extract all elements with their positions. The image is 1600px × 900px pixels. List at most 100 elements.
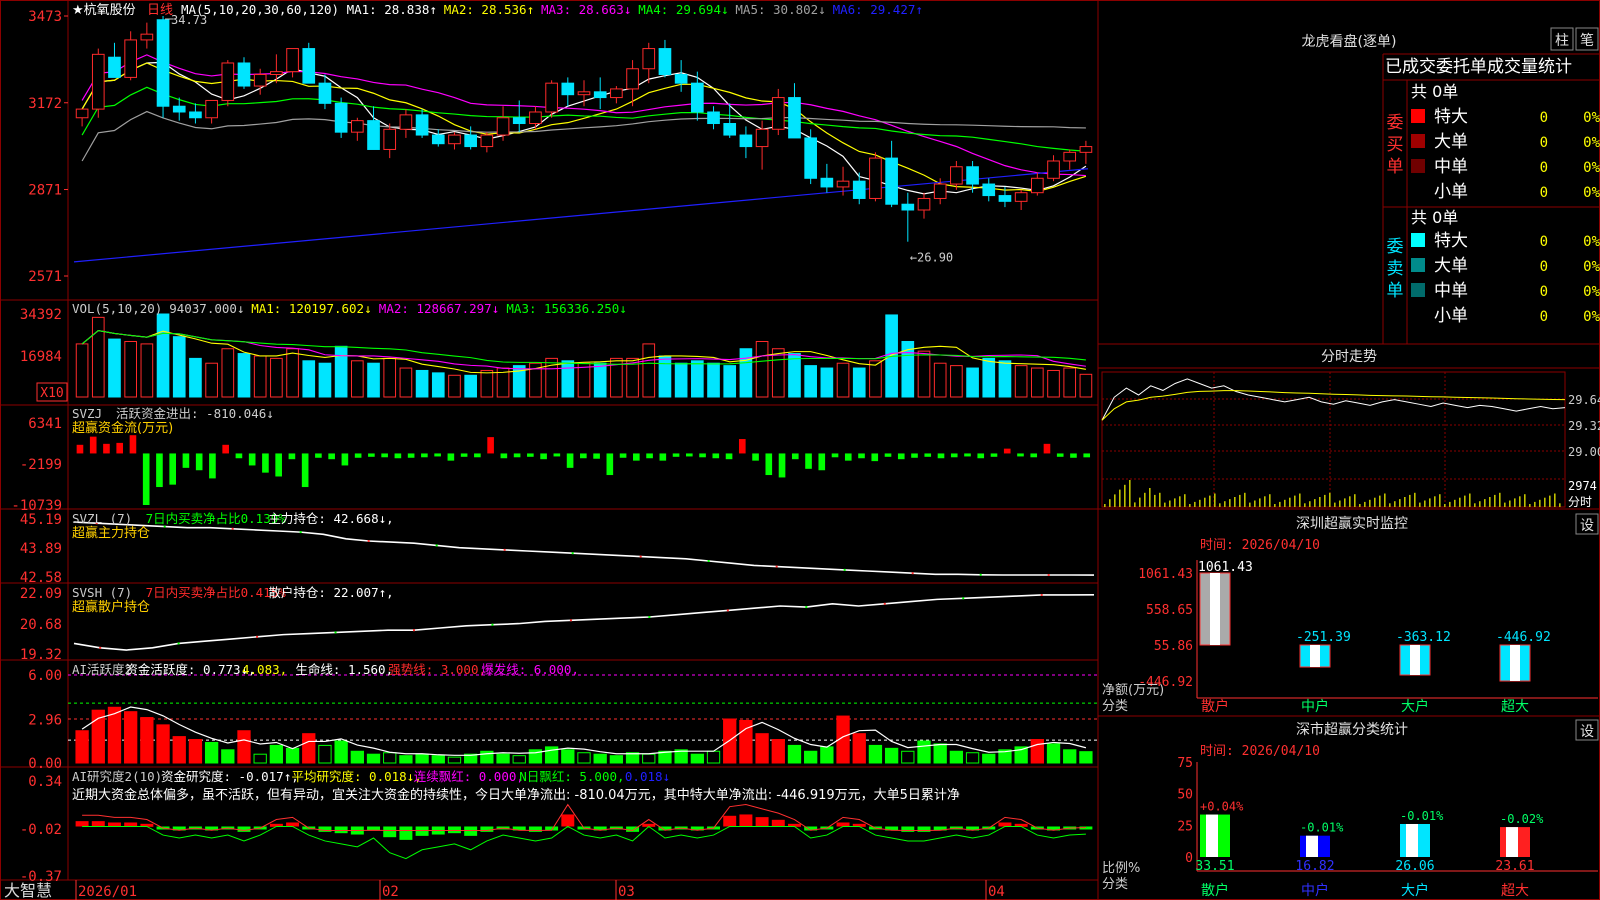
volume-bar [383,357,397,398]
candle-body [901,203,915,211]
intraday-volume-bar [1319,497,1321,507]
activity-legend-item: 爆发线: 6.000, [481,662,579,677]
longhu-header: 已成交委托单成交量统计 [1385,57,1572,77]
activity-bar [561,749,575,764]
candle-body [367,120,380,150]
research-legend-item: AI研究度2(10) [72,769,162,784]
activity-bar [415,753,429,764]
candle-body [383,128,397,150]
stock-chart-canvas[interactable]: 347331722871257134.73←26.90★杭氧股份 日线 MA(5,1… [0,0,1600,900]
svzl_panel-marker [231,527,234,530]
x-axis-label: 03 [618,884,635,900]
svsh_panel-marker [256,635,259,638]
intraday-volume-bar [1179,496,1181,507]
volume-y-tick-label: 16984 [20,349,62,365]
research-bar [237,826,251,832]
svzl_panel-marker [299,531,302,534]
buy-side-label: 单 [1387,157,1404,177]
classify-x-label: 分类 [1102,877,1128,892]
sell-side-label: 卖 [1387,259,1404,279]
intraday-volume-bar [1214,493,1216,507]
candle-body [869,157,882,199]
activity-bar [1079,751,1093,764]
svzl_panel-marker [843,568,846,571]
activity-legend-item: 4.083, [242,662,287,677]
candle-body [480,134,494,148]
candle-body [982,183,996,197]
candle-body [1079,146,1093,153]
volume-bar [91,316,105,398]
intraday-volume-bar [1134,502,1136,507]
intraday-volume-bar [1409,494,1411,507]
volume-bar [399,367,413,398]
research-bar [415,826,429,836]
intraday-volume-bar [1379,495,1381,507]
price-y-tick-label: 2571 [28,269,62,285]
candle-body [464,134,477,148]
activity-bar [350,750,364,764]
fund-flow-bar [527,453,534,457]
research-bar [334,826,348,834]
svsh_panel-marker [569,619,572,622]
activity-bar [269,744,284,764]
activity-bar [852,733,866,764]
fund-flow-bar [142,453,150,505]
svsh_panel-legend-item: 散户持仓: 22.007↑, [268,585,393,600]
fund-flow-bar [301,453,309,488]
activity-legend-item: 强势线: 3.000, [388,662,486,677]
candle-body [755,128,769,148]
intraday-volume-bar [1434,496,1436,507]
volume-bar [367,362,380,398]
activity-bar [107,706,122,764]
intraday-volume-bar [1469,493,1471,507]
fund-flow-bar [222,444,229,454]
ma-line-5 [81,110,1086,162]
volume-legend-item: MA2: 128667.297↓ [379,301,499,316]
candle-body [124,39,137,78]
candle-body [302,48,316,84]
fund-flow-bar [858,453,865,459]
svsh_panel-marker [726,609,729,612]
fund-flow-bar [1083,453,1091,458]
classify-time: 时间: 2026/04/10 [1200,744,1320,759]
intraday-volume-bar [1344,498,1346,507]
svzl_panel-subtitle: 超赢主力持仓 [72,525,150,541]
research-bar [383,826,397,838]
intraday-volume-bar [1159,492,1161,507]
volume-bar [771,348,785,398]
volume-bar [205,362,218,398]
candle-body [966,166,979,185]
buy_rows-count: 0 [1540,185,1548,201]
fund-flow-bar [315,453,322,458]
svzl_panel-marker [911,572,914,575]
activity-bar [868,744,883,764]
monitor-bar-highlight [1310,645,1320,667]
intraday-volume-bar [1449,501,1451,507]
fund-flow-bar [209,453,216,479]
activity-legend-item: 生命线: 1.560, [295,662,393,677]
volume-bar [933,362,947,398]
volume-bar [415,369,429,398]
intraday-avg-line [1101,390,1566,421]
candle-body [933,183,947,199]
intraday-volume-bar [1294,495,1296,507]
svzj-legend-item: 活跃资金进出: -810.046↓ [116,406,274,421]
monitor-bar-highlight [1510,645,1520,681]
intraday-volume-bar [1154,494,1156,507]
svzl_panel-marker [979,573,982,576]
activity-bar [253,753,267,764]
fund-flow-bar [633,453,640,461]
fund-flow-bar [1043,443,1051,454]
intraday-volume-bar [1529,504,1531,507]
activity-y-tick-label: 2.96 [28,713,62,729]
buy_rows-name: 小单 [1434,182,1468,202]
volume-bar [836,362,850,398]
intraday-volume-bar [1499,492,1501,507]
volume-bar [966,367,979,398]
svsh_panel-subtitle: 超赢散户持仓 [72,599,150,615]
fund-flow-bar [805,453,812,469]
intraday-volume-bar [1304,503,1306,507]
activity-bar [366,753,381,764]
svzj-y-tick-label: 6341 [28,416,62,432]
fund-flow-bar [540,453,547,460]
